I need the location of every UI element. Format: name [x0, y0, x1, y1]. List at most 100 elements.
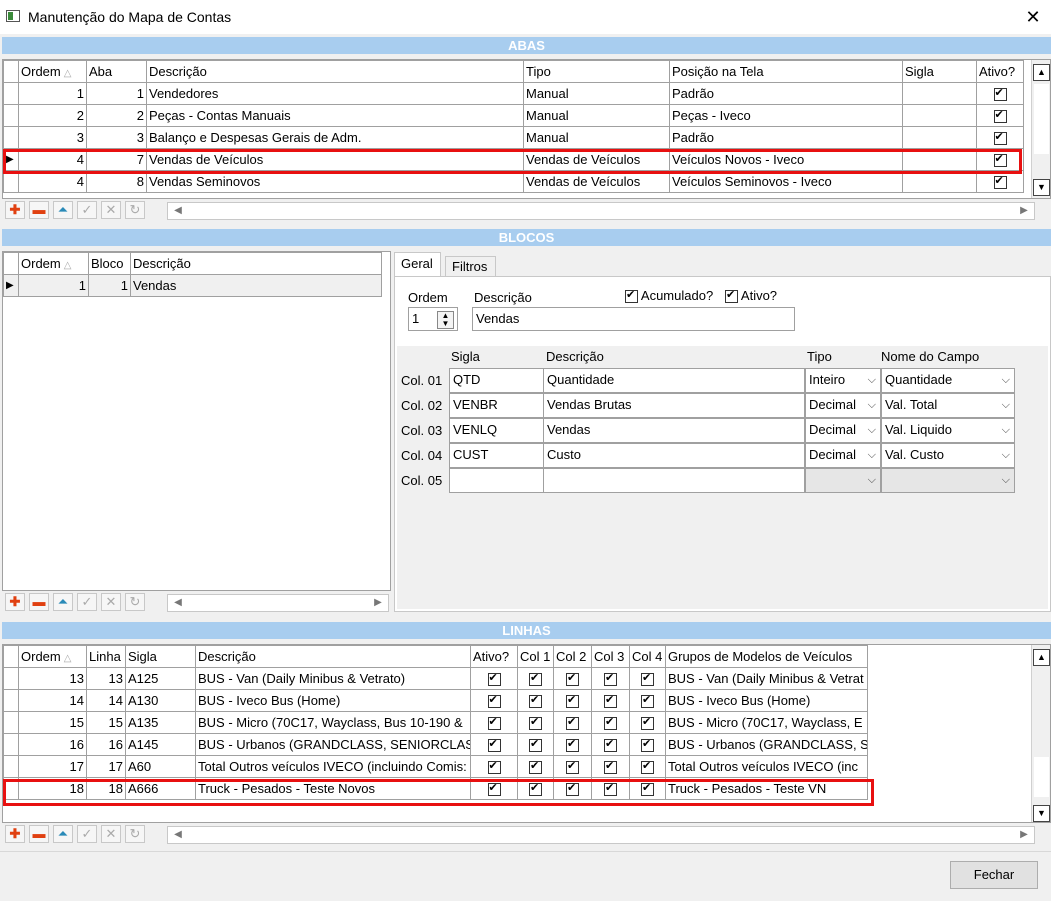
scroll-left-icon[interactable]: ◀ — [170, 595, 186, 611]
cell-ativo-checkbox[interactable] — [470, 667, 518, 690]
cancel-icon[interactable]: ✕ — [101, 593, 121, 611]
cell-ativo-checkbox[interactable] — [976, 170, 1024, 193]
col-header-col3[interactable]: Col 3 — [591, 645, 630, 668]
cell-ativo-checkbox[interactable] — [976, 126, 1024, 149]
table-row[interactable]: 1 1 Vendedores Manual Padrão — [3, 82, 1024, 105]
tab-geral[interactable]: Geral — [394, 252, 441, 276]
cell-linha[interactable]: 18 — [86, 777, 126, 800]
col-campo-select[interactable]: Quantidade ⌵ — [881, 368, 1015, 393]
cell-ordem[interactable]: 1 — [18, 274, 89, 297]
cell-ordem[interactable]: 16 — [18, 733, 87, 756]
remove-icon[interactable]: ▬ — [29, 201, 49, 219]
col-tipo-select[interactable]: ⌵ — [805, 468, 881, 493]
cell-posicao[interactable]: Padrão — [669, 126, 903, 149]
col-header-descricao[interactable]: Descrição — [195, 645, 471, 668]
scroll-right-icon[interactable]: ▶ — [370, 595, 386, 611]
abas-grid[interactable]: Ordem △ Aba Descrição Tipo Posição na Tel… — [2, 59, 1051, 199]
acumulado-checkbox[interactable]: Acumulado? — [625, 288, 713, 304]
refresh-icon[interactable]: ↻ — [125, 201, 145, 219]
cell-sigla[interactable]: A130 — [125, 689, 196, 712]
cell-ordem[interactable]: 3 — [18, 126, 87, 149]
col-tipo-select[interactable]: Inteiro ⌵ — [805, 368, 881, 393]
cell-ordem[interactable]: 15 — [18, 711, 87, 734]
col-header-ordem[interactable]: Ordem △ — [18, 60, 87, 83]
col-header-col4[interactable]: Col 4 — [629, 645, 666, 668]
scroll-left-icon[interactable]: ◀ — [170, 827, 186, 843]
cell-tipo[interactable]: Manual — [523, 104, 670, 127]
scroll-up-icon[interactable]: ▲ — [1033, 64, 1050, 81]
col-sigla-field[interactable]: VENLQ — [449, 418, 544, 443]
col-header-posicao[interactable]: Posição na Tela — [669, 60, 903, 83]
col-header-descricao[interactable]: Descrição — [146, 60, 524, 83]
col-header-col2[interactable]: Col 2 — [553, 645, 592, 668]
col-campo-select[interactable]: Val. Total ⌵ — [881, 393, 1015, 418]
cell-aba[interactable]: 8 — [86, 170, 147, 193]
col-sigla-field[interactable]: QTD — [449, 368, 544, 393]
cell-sigla[interactable]: A125 — [125, 667, 196, 690]
cell-linha[interactable]: 16 — [86, 733, 126, 756]
remove-icon[interactable]: ▬ — [29, 825, 49, 843]
col-tipo-select[interactable]: Decimal ⌵ — [805, 418, 881, 443]
cell-descricao[interactable]: Total Outros veículos IVECO (incluindo C… — [195, 755, 471, 778]
cell-descricao[interactable]: Balanço e Despesas Gerais de Adm. — [146, 126, 524, 149]
close-icon[interactable]: ✕ — [1020, 4, 1046, 30]
cell-col4-checkbox[interactable] — [629, 711, 666, 734]
up-icon[interactable]: ⏶ — [53, 201, 73, 219]
cell-tipo[interactable]: Manual — [523, 126, 670, 149]
cell-sigla[interactable] — [902, 126, 977, 149]
fechar-button[interactable]: Fechar — [950, 861, 1038, 889]
cell-ordem[interactable]: 17 — [18, 755, 87, 778]
col-descricao-field[interactable]: Vendas — [543, 418, 805, 443]
cell-ativo-checkbox[interactable] — [470, 733, 518, 756]
linhas-horizontal-scrollbar[interactable]: ◀ ▶ — [167, 826, 1035, 844]
col-sigla-field[interactable] — [449, 468, 544, 493]
check-icon[interactable]: ✓ — [77, 825, 97, 843]
remove-icon[interactable]: ▬ — [29, 593, 49, 611]
cell-sigla[interactable]: A666 — [125, 777, 196, 800]
cell-col3-checkbox[interactable] — [591, 711, 630, 734]
col-header-col1[interactable]: Col 1 — [517, 645, 554, 668]
cell-ativo-checkbox[interactable] — [470, 711, 518, 734]
cell-ativo-checkbox[interactable] — [976, 82, 1024, 105]
cell-col2-checkbox[interactable] — [553, 777, 592, 800]
cell-col4-checkbox[interactable] — [629, 689, 666, 712]
add-icon[interactable]: ✚ — [5, 201, 25, 219]
col-sigla-field[interactable]: VENBR — [449, 393, 544, 418]
cell-ordem[interactable]: 13 — [18, 667, 87, 690]
table-row[interactable]: 1414A130BUS - Iveco Bus (Home)BUS - Ivec… — [3, 689, 868, 712]
col-header-sigla[interactable]: Sigla — [125, 645, 196, 668]
scroll-right-icon[interactable]: ▶ — [1016, 203, 1032, 219]
cell-descricao[interactable]: BUS - Van (Daily Minibus & Vetrato) — [195, 667, 471, 690]
table-row[interactable]: 17 17 A60 Total Outros veículos IVECO (incl… — [3, 755, 868, 778]
cell-ordem[interactable]: 14 — [18, 689, 87, 712]
table-row[interactable]: ▶ 1 1 Vendas — [3, 274, 382, 297]
col-header-ativo[interactable]: Ativo? — [470, 645, 518, 668]
col-header-sigla[interactable]: Sigla — [902, 60, 977, 83]
table-row[interactable]: 16 16 A145 BUS - Urbanos (GRANDCLASS, SENIO… — [3, 733, 868, 756]
cell-grupos[interactable]: BUS - Van (Daily Minibus & Vetrat — [665, 667, 868, 690]
cell-ativo-checkbox[interactable] — [470, 777, 518, 800]
linhas-vertical-scrollbar[interactable]: ▲ ▼ — [1031, 645, 1050, 822]
descricao-field[interactable]: Vendas — [472, 307, 795, 331]
cell-col1-checkbox[interactable] — [517, 711, 554, 734]
cell-ordem[interactable]: 18 — [18, 777, 87, 800]
col-descricao-field[interactable] — [543, 468, 805, 493]
cell-grupos[interactable]: BUS - Urbanos (GRANDCLASS, S — [665, 733, 868, 756]
scroll-down-icon[interactable]: ▼ — [1033, 179, 1050, 196]
cell-sigla[interactable] — [902, 82, 977, 105]
cell-linha[interactable]: 15 — [86, 711, 126, 734]
col-descricao-field[interactable]: Quantidade — [543, 368, 805, 393]
up-icon[interactable]: ⏶ — [53, 825, 73, 843]
cell-posicao[interactable]: Veículos Seminovos - Iveco — [669, 170, 903, 193]
up-icon[interactable]: ⏶ — [53, 593, 73, 611]
cell-sigla[interactable] — [902, 104, 977, 127]
cell-sigla[interactable]: A145 — [125, 733, 196, 756]
cell-descricao[interactable]: Vendas de Veículos — [146, 148, 524, 171]
cell-col1-checkbox[interactable] — [517, 755, 554, 778]
cell-col4-checkbox[interactable] — [629, 667, 666, 690]
col-header-ordem[interactable]: Ordem △ — [18, 645, 87, 668]
cell-descricao[interactable]: Vendas Seminovos — [146, 170, 524, 193]
cell-descricao[interactable]: Vendas — [130, 274, 382, 297]
cell-col3-checkbox[interactable] — [591, 755, 630, 778]
table-row[interactable]: 15 15 A135 BUS - Micro (70C17, Wayclass, Bu… — [3, 711, 868, 734]
